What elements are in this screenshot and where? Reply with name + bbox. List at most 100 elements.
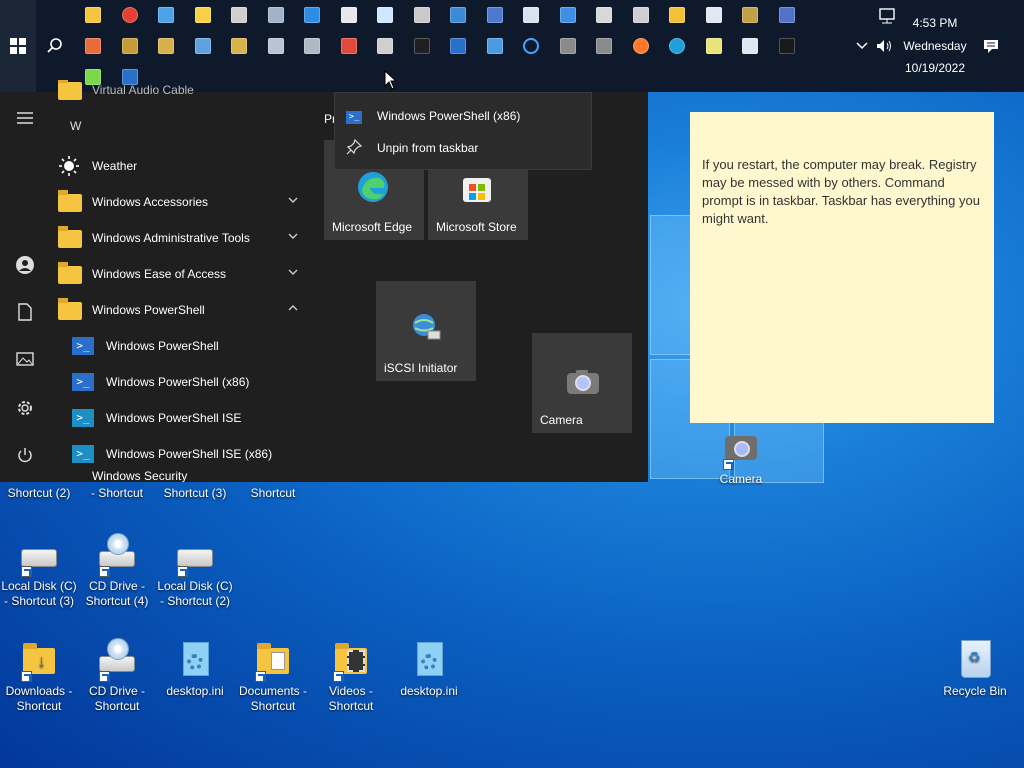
settings-icon[interactable] bbox=[14, 399, 36, 421]
action-center-icon[interactable] bbox=[980, 35, 1002, 57]
chevron-up-icon[interactable] bbox=[851, 35, 873, 57]
desktop-icon-camera[interactable]: Camera bbox=[702, 426, 780, 487]
taskbar-grid-icon[interactable] bbox=[557, 4, 579, 26]
desktop-icon-partial[interactable]: Shortcut bbox=[234, 486, 312, 501]
chevron-down-icon[interactable] bbox=[288, 230, 298, 242]
taskbar-defender-icon[interactable] bbox=[739, 35, 761, 57]
app-list-item[interactable]: Weather bbox=[58, 148, 308, 184]
taskbar-lock-icon[interactable] bbox=[228, 35, 250, 57]
taskbar-computer-icon[interactable] bbox=[265, 35, 287, 57]
desktop-icon-recycle-bin[interactable]: ♻ Recycle Bin bbox=[936, 638, 1014, 699]
app-list-item-partial[interactable]: Virtual Audio Cable bbox=[58, 80, 308, 100]
app-list-item[interactable]: >_ Windows PowerShell (x86) bbox=[72, 364, 322, 400]
app-list-item[interactable]: Windows Accessories bbox=[58, 184, 308, 220]
desktop-icon-desktop-ini-2[interactable]: desktop.ini bbox=[390, 638, 468, 699]
taskbar-shield-app-icon[interactable] bbox=[520, 4, 542, 26]
taskbar-cmd-icon[interactable] bbox=[411, 35, 433, 57]
app-list-item[interactable]: >_ Windows PowerShell bbox=[72, 328, 322, 364]
desktop-icon-local-disk-2[interactable]: Local Disk (C) - Shortcut (2) bbox=[156, 533, 234, 609]
documents-icon[interactable] bbox=[14, 303, 36, 325]
context-menu-item-unpin[interactable]: Unpin from taskbar bbox=[345, 134, 478, 162]
taskbar-powershell-icon[interactable] bbox=[447, 35, 469, 57]
context-menu-label: Unpin from taskbar bbox=[377, 141, 479, 155]
taskbar-chrome-icon[interactable] bbox=[119, 4, 141, 26]
taskbar-printer-icon[interactable] bbox=[630, 4, 652, 26]
clock-time[interactable]: 4:53 PM bbox=[900, 16, 970, 30]
taskbar-calculator-icon[interactable] bbox=[557, 35, 579, 57]
taskbar-file-explorer-icon[interactable] bbox=[82, 4, 104, 26]
taskbar-cortana-icon[interactable] bbox=[520, 35, 542, 57]
taskbar-firefox-icon[interactable] bbox=[630, 35, 652, 57]
taskbar-cloud-icon[interactable] bbox=[265, 4, 287, 26]
desktop-icon-downloads[interactable]: ↓ Downloads - Shortcut bbox=[0, 638, 78, 714]
taskbar-remote-connect-icon[interactable] bbox=[484, 4, 506, 26]
icon-label: Documents - Shortcut bbox=[238, 684, 308, 713]
taskbar-drive-icon[interactable] bbox=[119, 35, 141, 57]
app-list-item[interactable]: >_ Windows PowerShell ISE bbox=[72, 400, 322, 436]
app-list-item[interactable]: Windows Ease of Access bbox=[58, 256, 308, 292]
taskbar-settings-icon[interactable] bbox=[228, 4, 250, 26]
tile-camera[interactable]: Camera bbox=[532, 333, 632, 433]
desktop-icon-cd-drive[interactable]: CD Drive - Shortcut bbox=[78, 638, 156, 714]
taskbar-server-icon[interactable] bbox=[301, 35, 323, 57]
desktop-icon-partial[interactable]: Shortcut (3) bbox=[156, 486, 234, 501]
desktop-icon-videos[interactable]: Videos - Shortcut bbox=[312, 638, 390, 714]
taskbar-paint-icon[interactable] bbox=[338, 4, 360, 26]
sticky-note-text[interactable]: If you restart, the computer may break. … bbox=[702, 156, 982, 228]
chevron-down-icon[interactable] bbox=[288, 194, 298, 206]
search-app-icon bbox=[194, 38, 211, 54]
windows-start-icon[interactable] bbox=[7, 35, 29, 57]
monitor-icon bbox=[486, 38, 503, 54]
taskbar-edge-icon[interactable] bbox=[666, 35, 688, 57]
pictures-icon[interactable] bbox=[14, 351, 36, 373]
user-account-icon[interactable] bbox=[14, 255, 36, 277]
taskbar-ie-icon[interactable] bbox=[301, 4, 323, 26]
desktop-icon-desktop-ini[interactable]: desktop.ini bbox=[156, 638, 234, 699]
app-list-item[interactable]: >_ Windows PowerShell ISE (x86) bbox=[72, 436, 322, 472]
sticky-notes-icon bbox=[194, 7, 211, 23]
clock-date[interactable]: 10/19/2022 bbox=[898, 61, 972, 75]
taskbar-sticky-notes-icon[interactable] bbox=[192, 4, 214, 26]
taskbar-dvd-icon[interactable] bbox=[739, 4, 761, 26]
section-letter[interactable]: W bbox=[70, 119, 81, 133]
chevron-up-icon[interactable] bbox=[288, 302, 298, 314]
taskbar-scan-icon[interactable] bbox=[82, 35, 104, 57]
taskbar-notes-icon[interactable] bbox=[703, 35, 725, 57]
desktop-icon-partial[interactable]: Shortcut (2) bbox=[0, 486, 78, 501]
volume-icon[interactable] bbox=[874, 35, 896, 57]
taskbar-remote-desktop-icon[interactable] bbox=[447, 4, 469, 26]
search-icon[interactable] bbox=[44, 35, 66, 57]
context-menu-item-powershell-x86[interactable]: >_ Windows PowerShell (x86) bbox=[345, 102, 520, 130]
sticky-note[interactable]: If you restart, the computer may break. … bbox=[690, 112, 994, 423]
power-icon[interactable] bbox=[14, 447, 36, 469]
notepad-icon bbox=[377, 7, 393, 23]
clock-day[interactable]: Wednesday bbox=[898, 39, 972, 53]
tile-iscsi-initiator[interactable]: iSCSI Initiator bbox=[376, 281, 476, 381]
desktop-icon-cd-drive-4[interactable]: CD Drive - Shortcut (4) bbox=[78, 533, 156, 609]
taskbar-monitor-icon[interactable] bbox=[484, 35, 506, 57]
taskbar-no-entry-icon[interactable] bbox=[338, 35, 360, 57]
network-tray-icon[interactable] bbox=[876, 5, 898, 27]
taskbar-wordpad-icon[interactable] bbox=[703, 4, 725, 26]
taskbar-registry-icon[interactable] bbox=[155, 35, 177, 57]
app-list-item[interactable]: Windows Administrative Tools bbox=[58, 220, 308, 256]
taskbar-media-player-icon[interactable] bbox=[666, 4, 688, 26]
taskbar-print-icon[interactable] bbox=[593, 4, 615, 26]
paint-icon bbox=[340, 7, 357, 23]
taskbar-camera-icon[interactable] bbox=[593, 35, 615, 57]
chevron-down-icon[interactable] bbox=[288, 266, 298, 278]
taskbar-notepad-icon[interactable] bbox=[374, 4, 396, 26]
app-list-item[interactable]: Windows PowerShell bbox=[58, 292, 308, 328]
hamburger-menu-icon[interactable] bbox=[14, 109, 36, 131]
taskbar-screen-icon[interactable] bbox=[776, 4, 798, 26]
taskbar-network-icon[interactable] bbox=[155, 4, 177, 26]
app-list-item-partial[interactable]: Windows Security bbox=[58, 470, 308, 482]
desktop-icon-local-disk-3[interactable]: Local Disk (C) - Shortcut (3) bbox=[0, 533, 78, 609]
desktop-icon-documents[interactable]: Documents - Shortcut bbox=[234, 638, 312, 714]
taskbar-controller-icon[interactable] bbox=[411, 4, 433, 26]
file-explorer-icon bbox=[85, 7, 101, 23]
desktop-icon-partial[interactable]: - Shortcut bbox=[78, 486, 156, 501]
taskbar-search-app-icon[interactable] bbox=[192, 35, 214, 57]
taskbar-security-icon[interactable] bbox=[776, 35, 798, 57]
taskbar-fax-icon[interactable] bbox=[374, 35, 396, 57]
